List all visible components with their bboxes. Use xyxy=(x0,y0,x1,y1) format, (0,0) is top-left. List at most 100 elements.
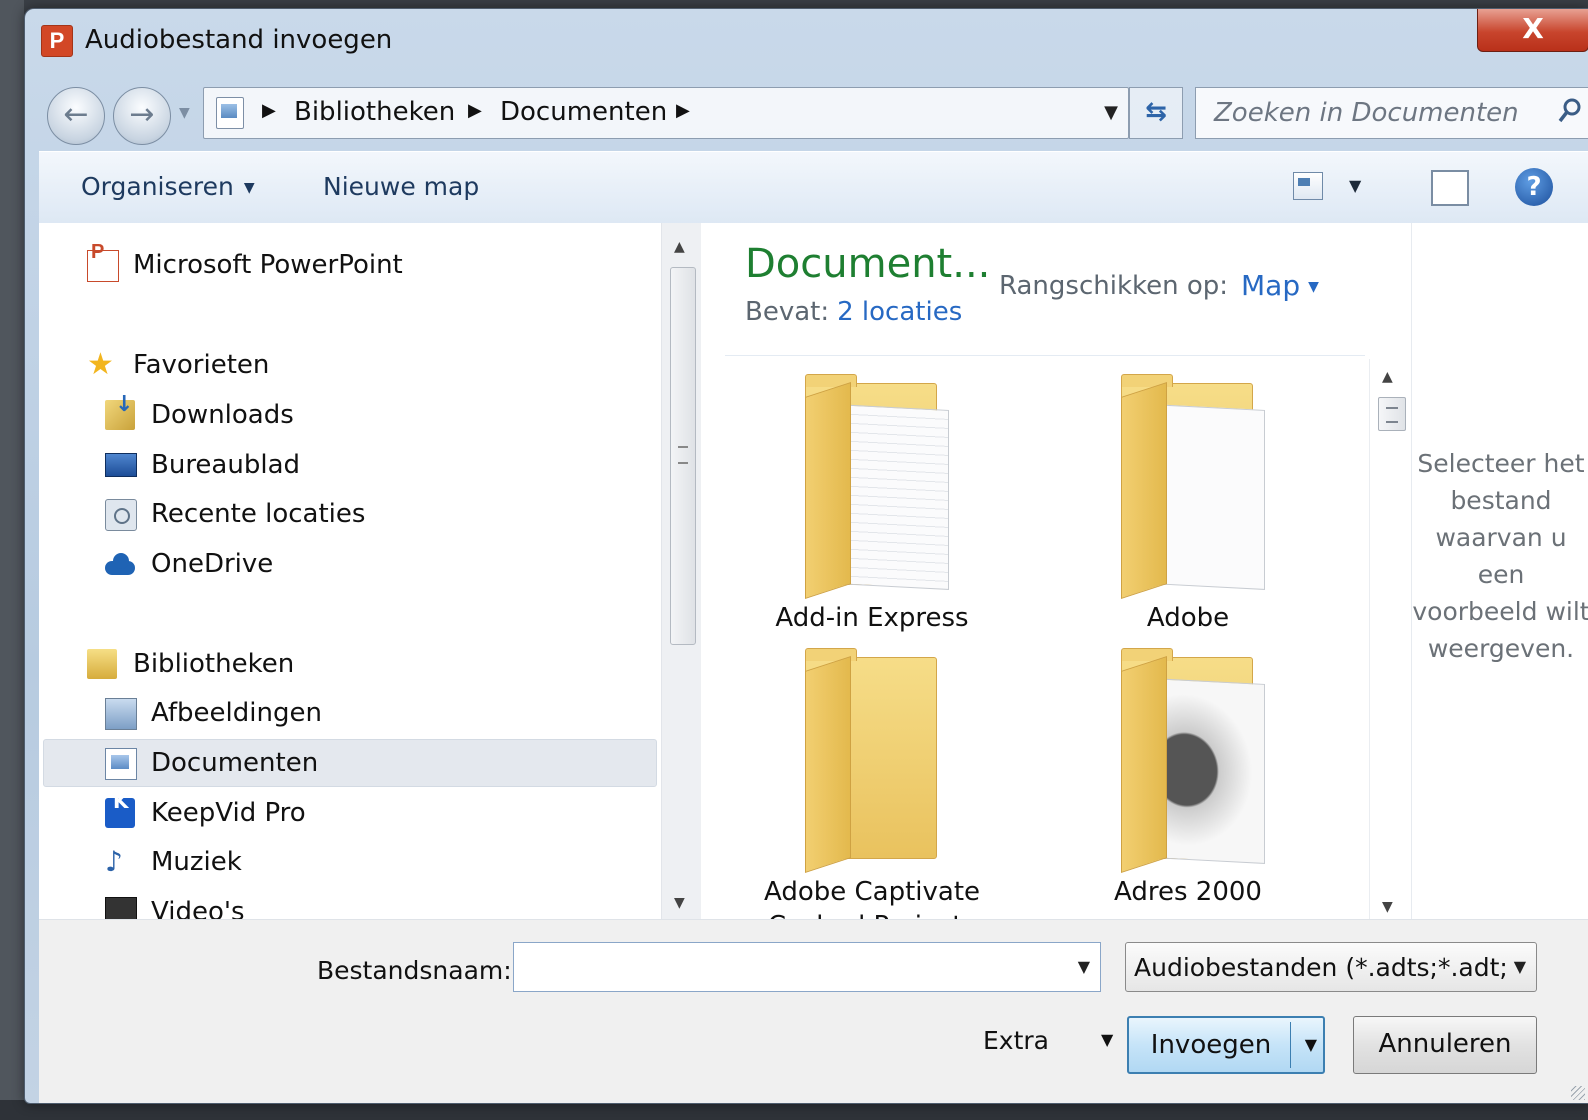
chevron-right-icon[interactable]: ▶ xyxy=(468,100,482,121)
window-title: Audiobestand invoegen xyxy=(85,25,393,55)
pictures-icon xyxy=(105,698,137,730)
chevron-down-icon[interactable]: ▼ xyxy=(1101,1030,1113,1049)
address-history-dropdown-icon[interactable]: ▼ xyxy=(1104,102,1118,123)
resize-grip-icon[interactable] xyxy=(1571,1086,1585,1100)
scroll-down-icon[interactable]: ▼ xyxy=(1382,899,1393,915)
filename-history-dropdown-icon[interactable]: ▼ xyxy=(1078,957,1090,976)
dialog-footer: Bestandsnaam: ▼ Audiobestanden (*.adts;*… xyxy=(39,919,1588,1103)
recent-pages-dropdown-icon[interactable]: ▼ xyxy=(179,105,190,121)
library-title: Document... xyxy=(745,241,991,287)
chevron-down-icon: ▼ xyxy=(243,180,255,196)
organize-label: Organiseren xyxy=(81,172,234,201)
arrange-by-dropdown[interactable]: Map ▼ xyxy=(1241,269,1319,302)
folder-name: Add-in Express xyxy=(775,603,969,633)
filename-input[interactable]: ▼ xyxy=(513,942,1101,992)
sidebar-item-label: Video's xyxy=(151,897,245,919)
folder-icon xyxy=(805,648,955,873)
sidebar-item-label: Favorieten xyxy=(133,350,270,380)
scroll-up-icon[interactable]: ▲ xyxy=(1382,369,1393,385)
new-folder-button[interactable]: Nieuwe map xyxy=(323,172,479,201)
file-list-scrollbar[interactable]: ▲ ▼ xyxy=(1369,359,1410,919)
music-icon: ♪ xyxy=(105,845,123,878)
insert-options-dropdown-icon[interactable]: ▼ xyxy=(1305,1018,1317,1072)
insert-button[interactable]: Invoegen ▼ xyxy=(1127,1016,1325,1074)
sidebar-item-label: Microsoft PowerPoint xyxy=(133,250,403,280)
folder-name: Adobe xyxy=(1146,603,1230,633)
powerpoint-app-icon: P xyxy=(41,25,73,57)
title-bar: P Audiobestand invoegen X xyxy=(25,9,1588,77)
scrollbar-thumb[interactable] xyxy=(670,267,696,645)
downloads-icon xyxy=(105,392,135,430)
organize-menu[interactable]: Organiseren ▼ xyxy=(81,172,255,201)
sidebar-item-label: OneDrive xyxy=(151,549,274,579)
command-bar: Organiseren ▼ Nieuwe map ▼ ? xyxy=(39,151,1588,225)
cancel-button[interactable]: Annuleren xyxy=(1353,1016,1537,1074)
split-divider xyxy=(1290,1022,1291,1068)
navigation-bar: ← → ▼ ▶ Bibliotheken ▶ Documenten ▶ ▼ ⇆ … xyxy=(25,81,1588,147)
search-box[interactable]: Zoeken in Documenten xyxy=(1195,87,1588,139)
documents-library-icon xyxy=(216,97,244,129)
tools-menu[interactable]: Extra xyxy=(983,1026,1049,1055)
filetype-select[interactable]: Audiobestanden (*.adts;*.adt; ▼ xyxy=(1125,942,1537,992)
keepvid-icon xyxy=(105,789,135,828)
preview-pane-toggle-icon[interactable] xyxy=(1431,170,1469,206)
chevron-down-icon: ▼ xyxy=(1308,279,1319,295)
folder-icon xyxy=(1121,648,1271,873)
desktop-icon xyxy=(105,453,137,477)
sidebar-item-label: Muziek xyxy=(151,847,242,877)
sidebar-item-label: Afbeeldingen xyxy=(151,698,322,728)
forward-button[interactable]: → xyxy=(113,87,171,145)
filename-label: Bestandsnaam: xyxy=(317,956,512,985)
navigation-scrollbar[interactable]: ▲ ▼ xyxy=(661,223,702,919)
file-list-pane: Document... Bevat: 2 locaties Rangschikke… xyxy=(701,223,1411,941)
folder-icon xyxy=(1121,374,1271,599)
insert-audio-dialog: P Audiobestand invoegen X ← → ▼ ▶ Biblio… xyxy=(24,8,1588,1104)
sidebar-item-label: Recente locaties xyxy=(151,499,366,529)
change-view-icon[interactable] xyxy=(1293,172,1323,200)
contains-label: Bevat: xyxy=(745,297,830,327)
onedrive-icon xyxy=(105,549,135,579)
folder-icon xyxy=(805,374,955,599)
divider xyxy=(725,355,1365,356)
chevron-right-icon[interactable]: ▶ xyxy=(676,100,690,121)
locations-link[interactable]: 2 locaties xyxy=(837,297,962,327)
chevron-right-icon[interactable]: ▶ xyxy=(262,100,276,121)
preview-message: Selecteer het bestand waarvan u een voor… xyxy=(1412,449,1588,663)
video-icon xyxy=(105,897,137,919)
search-icon[interactable] xyxy=(1558,96,1582,126)
folder-item[interactable]: Adobe Captivate Cached Projects xyxy=(747,648,997,941)
chevron-down-icon: ▼ xyxy=(1513,957,1526,976)
folder-item[interactable]: Adres 2000 xyxy=(1063,648,1313,921)
folder-item[interactable]: Adobe xyxy=(1063,374,1313,647)
breadcrumb-bibliotheken[interactable]: Bibliotheken xyxy=(294,97,455,127)
arrange-by-value: Map xyxy=(1241,269,1301,302)
view-options-dropdown-icon[interactable]: ▼ xyxy=(1349,176,1361,195)
scroll-up-icon[interactable]: ▲ xyxy=(674,239,685,255)
folder-item[interactable]: Add-in Express xyxy=(747,374,997,647)
search-input[interactable]: Zoeken in Documenten xyxy=(1214,98,1519,128)
close-button[interactable]: X xyxy=(1477,9,1588,52)
folder-name: Adres 2000 xyxy=(1114,877,1262,907)
scroll-down-icon[interactable]: ▼ xyxy=(674,895,685,911)
address-bar[interactable]: ▶ Bibliotheken ▶ Documenten ▶ ▼ xyxy=(203,87,1129,139)
filetype-value: Audiobestanden (*.adts;*.adt; xyxy=(1134,953,1508,982)
breadcrumb-documenten[interactable]: Documenten xyxy=(500,97,667,127)
refresh-button[interactable]: ⇆ xyxy=(1129,87,1183,139)
help-icon[interactable]: ? xyxy=(1515,168,1553,206)
grip-icon xyxy=(678,446,688,464)
library-contains: Bevat: 2 locaties xyxy=(745,297,962,327)
main-content: Microsoft PowerPoint ★ Favorieten Downlo… xyxy=(39,223,1588,941)
arrange-by-label: Rangschikken op: xyxy=(999,271,1229,301)
back-button[interactable]: ← xyxy=(47,87,105,145)
libraries-icon xyxy=(87,649,117,679)
documents-icon xyxy=(105,748,137,780)
sidebar-item-label: Bibliotheken xyxy=(133,649,295,679)
scrollbar-thumb[interactable] xyxy=(1378,397,1406,431)
sidebar-item-label: Documenten xyxy=(151,748,319,778)
sidebar-item-label: Downloads xyxy=(151,400,294,430)
star-icon: ★ xyxy=(87,347,114,382)
recent-places-icon xyxy=(105,499,137,531)
sidebar-item-label: KeepVid Pro xyxy=(151,798,306,828)
navigation-pane: Microsoft PowerPoint ★ Favorieten Downlo… xyxy=(39,223,661,919)
desktop-background xyxy=(0,0,24,1120)
